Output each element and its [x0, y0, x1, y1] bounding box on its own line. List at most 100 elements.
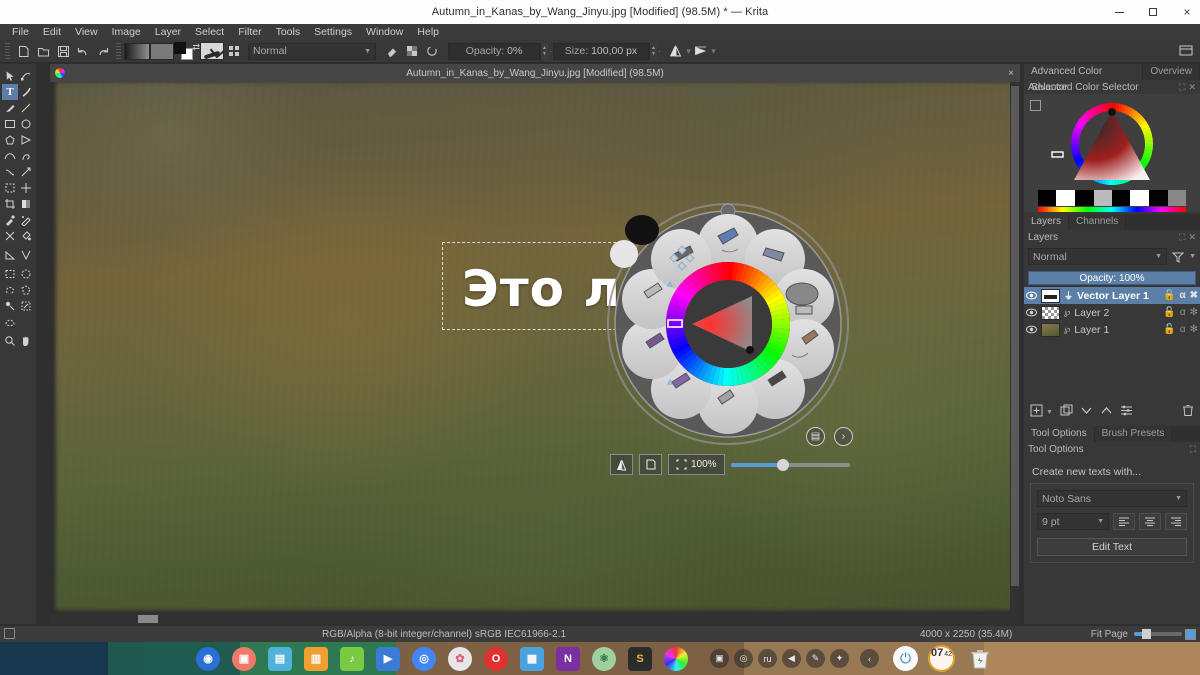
foreground-background-swatch[interactable]: ⇄ [174, 41, 200, 61]
menu-settings[interactable]: Settings [307, 24, 359, 40]
tab-brush-presets[interactable]: Brush Presets [1094, 426, 1173, 442]
add-layer-button[interactable] [1030, 404, 1043, 420]
ellipse-tool[interactable] [18, 116, 34, 132]
fit-page-status[interactable]: Fit Page [1091, 629, 1128, 640]
layer-lock-icon[interactable]: 🔓 [1163, 290, 1175, 301]
alpha-lock-icon[interactable] [402, 42, 422, 61]
text-tool[interactable]: T [2, 84, 18, 100]
tray-expand-icon[interactable]: ‹ [860, 649, 879, 668]
menu-view[interactable]: View [68, 24, 105, 40]
edit-shapes-tool[interactable] [18, 68, 34, 84]
float-tool-options-icon[interactable]: ⛶ [1190, 444, 1196, 455]
mirror-canvas-icon[interactable] [610, 454, 633, 475]
layer-visibility-icon[interactable] [1026, 324, 1037, 335]
line-tool[interactable] [18, 100, 34, 116]
open-document-icon[interactable] [33, 42, 53, 61]
dynamic-brush-tool[interactable] [2, 164, 18, 180]
tab-channels[interactable]: Channels [1069, 214, 1127, 230]
size-pressure-dot[interactable]: · [657, 46, 662, 56]
layer-thumbnail[interactable] [1041, 305, 1060, 320]
mirror-horizontal-icon[interactable] [666, 42, 686, 61]
close-docker-icon[interactable]: ✕ [1188, 82, 1196, 93]
advanced-color-selector[interactable] [1024, 94, 1200, 212]
polyline-tool[interactable] [18, 132, 34, 148]
calligraphy-tool[interactable] [18, 84, 34, 100]
table-row[interactable]: ℘ Layer 1 🔓 α ✻ [1024, 321, 1200, 338]
app-music[interactable]: ♪ [334, 642, 370, 675]
mirror-v-menu-arrow[interactable]: ▾ [711, 46, 716, 57]
tray-volume-icon[interactable]: ◀ [782, 649, 801, 668]
zoom-slider-knob[interactable] [776, 458, 789, 471]
layer-name[interactable]: Layer 1 [1074, 324, 1109, 336]
clock-widget[interactable]: 07 42 [928, 645, 955, 672]
color-picker-tool[interactable] [2, 212, 18, 228]
font-size-select[interactable]: 9 pt ▼ [1037, 513, 1109, 530]
reload-preset-icon[interactable] [422, 42, 442, 61]
layer-visibility-icon[interactable] [1026, 290, 1037, 301]
app-settings[interactable]: ✿ [442, 642, 478, 675]
color-selector-settings-icon[interactable] [1030, 100, 1041, 111]
workspace-icon[interactable] [1176, 42, 1196, 61]
power-button[interactable]: ⏻ [893, 646, 918, 671]
canvas-hscrollbar[interactable] [50, 614, 1020, 624]
trash-icon[interactable] [967, 646, 993, 672]
app-movie[interactable]: ▶ [370, 642, 406, 675]
popup-palette[interactable]: ▤ › [606, 202, 853, 447]
app-store[interactable]: ▥ [298, 642, 334, 675]
menu-image[interactable]: Image [105, 24, 148, 40]
undo-icon[interactable] [73, 42, 93, 61]
opacity-field[interactable]: Opacity: 0% [448, 42, 540, 60]
tray-brightness-icon[interactable]: ✎ [806, 649, 825, 668]
colorize-mask-tool[interactable] [2, 228, 18, 244]
zoom-tool[interactable] [2, 333, 18, 349]
select-shapes-tool[interactable] [2, 68, 18, 84]
layer-lock-icon[interactable]: 🔓 [1163, 324, 1175, 335]
app-recorder[interactable]: ▣ [226, 642, 262, 675]
tray-language-indicator[interactable]: ru [758, 649, 777, 668]
app-react[interactable]: ⚛ [586, 642, 622, 675]
menu-file[interactable]: File [5, 24, 36, 40]
menu-layer[interactable]: Layer [148, 24, 188, 40]
toolbar-grip-2[interactable] [116, 43, 121, 59]
statusbar-zoom-slider[interactable] [1134, 629, 1182, 639]
layer-visibility-icon[interactable] [1026, 307, 1037, 318]
zoom-level-display[interactable]: 100% [668, 454, 725, 475]
statusbar-preview-icon[interactable] [1185, 628, 1196, 640]
multibrush-tool[interactable] [18, 164, 34, 180]
minimize-button[interactable] [1112, 5, 1126, 19]
fill-tool[interactable] [18, 228, 34, 244]
close-button[interactable]: × [1180, 5, 1194, 19]
tray-bluetooth-icon[interactable]: ✦ [830, 649, 849, 668]
redo-icon[interactable] [93, 42, 113, 61]
blend-mode-select[interactable]: Normal ▼ [248, 42, 376, 60]
layer-blend-mode-select[interactable]: Normal ▼ [1028, 248, 1168, 265]
table-row[interactable]: ℘ Layer 2 🔓 α ✻ [1024, 304, 1200, 321]
tray-office-icon[interactable]: ▣ [710, 649, 729, 668]
canvas-hscroll-thumb[interactable] [138, 615, 158, 623]
delete-layer-button[interactable] [1182, 404, 1194, 420]
menu-select[interactable]: Select [188, 24, 231, 40]
layer-style-icon[interactable]: ✻ [1190, 307, 1198, 318]
add-layer-menu-arrow[interactable]: ▼ [1046, 409, 1053, 416]
maximize-button[interactable] [1146, 5, 1160, 19]
size-field[interactable]: Size: 100,00 px [553, 42, 649, 60]
brush-presets-grid-icon[interactable] [224, 42, 244, 61]
rectangle-tool[interactable] [2, 116, 18, 132]
smart-patch-tool[interactable] [18, 212, 34, 228]
layer-thumbnail[interactable] [1041, 322, 1060, 337]
duplicate-layer-button[interactable] [1060, 404, 1073, 420]
bezier-selection-tool[interactable] [2, 314, 18, 330]
app-chrome[interactable]: ◎ [406, 642, 442, 675]
canvas-vscroll-thumb[interactable] [1011, 86, 1019, 586]
brush-preset-icon[interactable] [200, 42, 224, 60]
layer-name[interactable]: Layer 2 [1074, 307, 1109, 319]
toolbar-grip[interactable] [5, 43, 10, 59]
freehand-selection-tool[interactable] [2, 282, 18, 298]
layer-alpha-icon[interactable]: α [1180, 307, 1186, 318]
font-family-select[interactable]: Noto Sans ▼ [1037, 490, 1187, 507]
assistant-tool[interactable] [18, 247, 34, 263]
crop-tool[interactable] [2, 196, 18, 212]
app-deepin-launcher[interactable]: ◉ [190, 642, 226, 675]
color-shade-strip[interactable] [1038, 190, 1186, 206]
app-calculator[interactable]: ▦ [514, 642, 550, 675]
